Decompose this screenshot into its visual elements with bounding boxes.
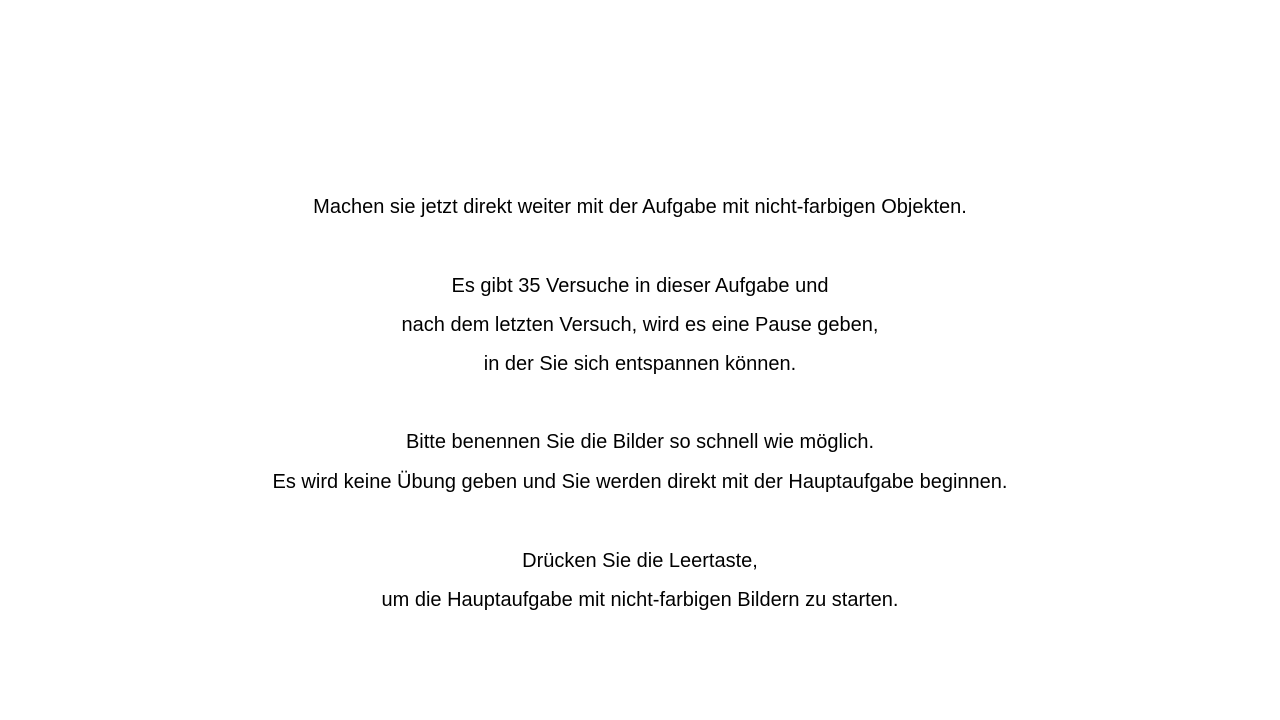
start-text-line-2: um die Hauptaufgabe mit nicht-farbigen B…: [381, 589, 899, 611]
intro-text: Machen sie jetzt direkt weiter mit der A…: [313, 196, 967, 218]
start-text-line-1: Drücken Sie die Leertaste,: [522, 550, 758, 572]
naming-text-line-2: Es wird keine Übung geben und Sie werden…: [272, 471, 1008, 493]
trials-text-line-2: nach dem letzten Versuch, wird es eine P…: [401, 314, 879, 336]
naming-text-line-1: Bitte benennen Sie die Bilder so schnell…: [405, 431, 875, 453]
instruction-slide: Machen sie jetzt direkt weiter mit der A…: [0, 0, 1280, 720]
trials-text-line-3: in der Sie sich entspannen können.: [483, 353, 797, 375]
trials-text-line-1: Es gibt 35 Versuche in dieser Aufgabe un…: [451, 275, 829, 297]
